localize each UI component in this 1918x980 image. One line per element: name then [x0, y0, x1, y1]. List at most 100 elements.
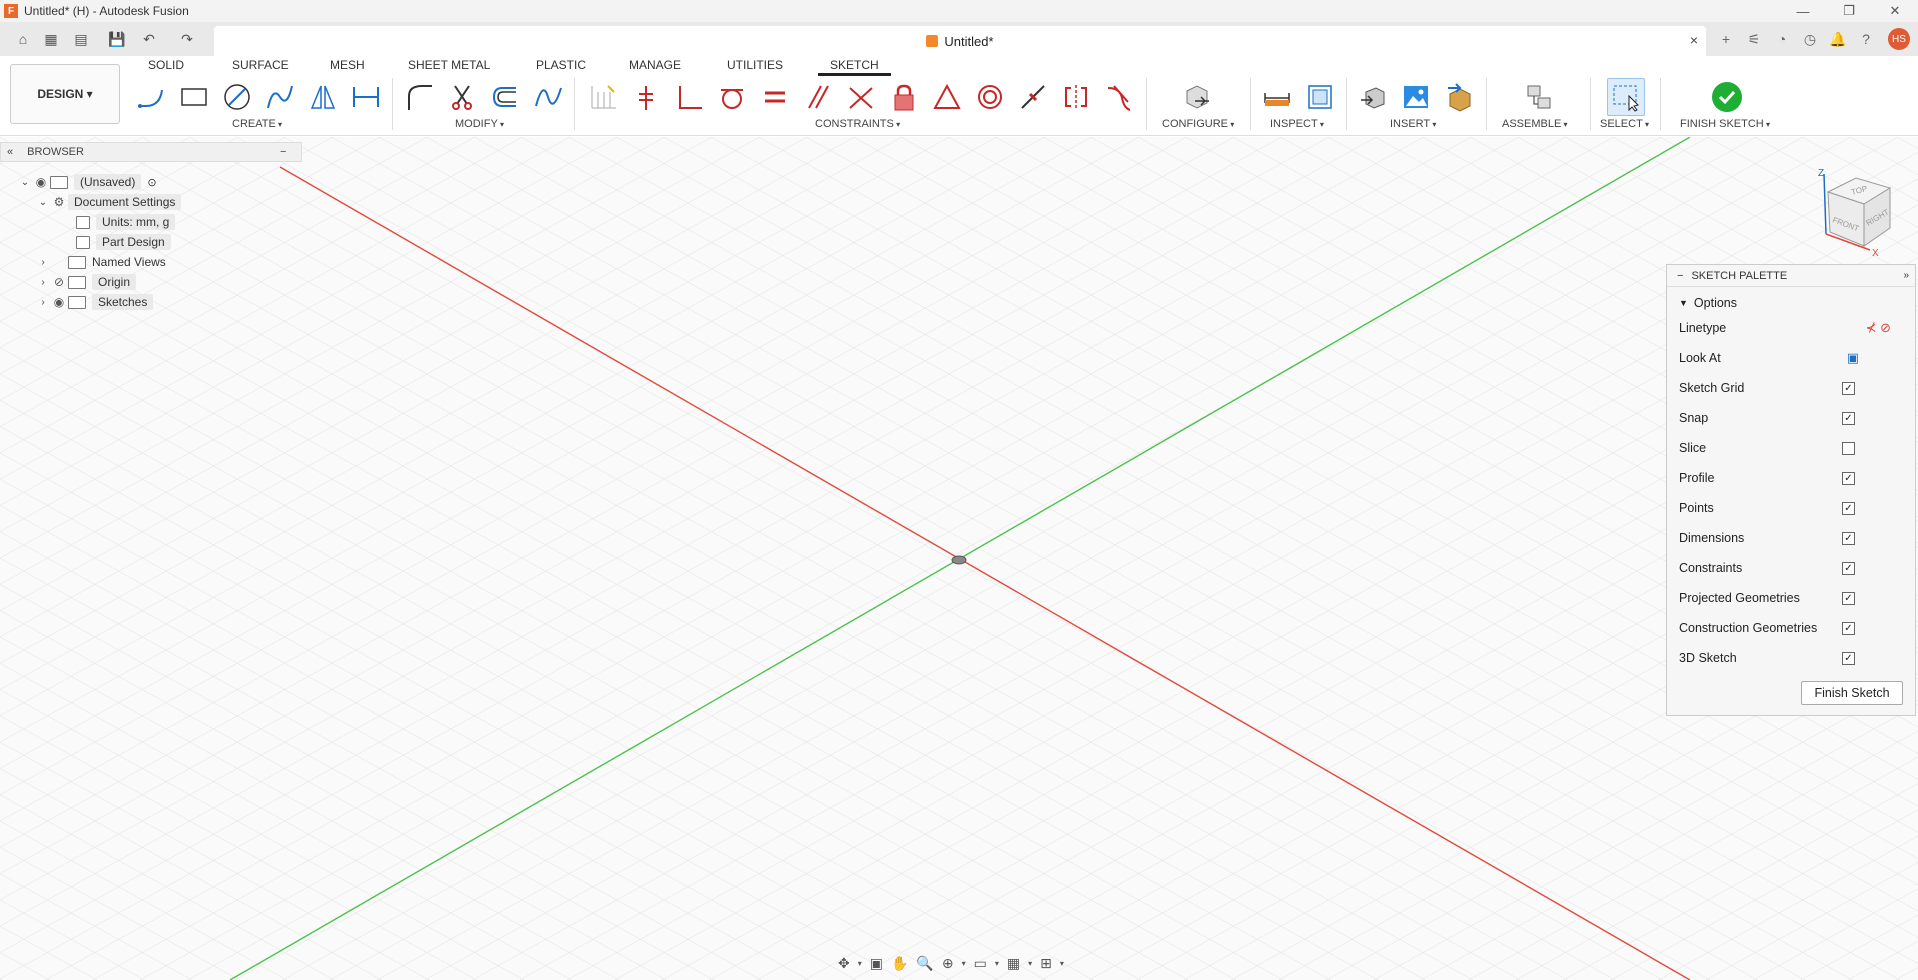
minimize-browser-icon[interactable]: −	[280, 146, 286, 158]
online-status-icon[interactable]: ◔	[1771, 28, 1793, 50]
palette-checkbox[interactable]: ✓	[1842, 411, 1855, 425]
line-tool-icon[interactable]	[134, 80, 168, 114]
symmetry-constraint-icon[interactable]	[1059, 80, 1093, 114]
tree-sketches[interactable]: › ◉ Sketches	[36, 292, 154, 312]
constraints-menu[interactable]: CONSTRAINTS	[815, 118, 900, 130]
tree-doc-settings[interactable]: ⌄ ⚙ Document Settings	[36, 192, 182, 212]
data-panel-grid-icon[interactable]: ▦	[40, 28, 62, 50]
fit-icon[interactable]: ⊕	[942, 955, 954, 972]
palette-row[interactable]: 3D Sketch ✓	[1667, 643, 1915, 673]
coincident-constraint-icon[interactable]	[844, 80, 878, 114]
tree-units[interactable]: Units: mm, g	[76, 212, 176, 232]
save-icon[interactable]: 💾	[106, 28, 128, 50]
chevron-right-icon[interactable]: ›	[36, 257, 50, 268]
spline-tool-icon[interactable]	[531, 80, 565, 114]
extensions-icon[interactable]: ⚟	[1743, 28, 1765, 50]
tab-utilities[interactable]: UTILITIES	[727, 58, 783, 72]
palette-checkbox[interactable]: ✓	[1842, 471, 1855, 485]
modify-menu[interactable]: MODIFY	[455, 118, 504, 130]
help-icon[interactable]: ?	[1855, 28, 1877, 50]
tab-mesh[interactable]: MESH	[330, 58, 365, 72]
offset-tool-icon[interactable]	[488, 80, 522, 114]
assemble-icon[interactable]	[1522, 80, 1556, 114]
circle-tool-icon[interactable]	[220, 80, 254, 114]
pan-hand-icon[interactable]: ✋	[891, 955, 908, 972]
undo-icon[interactable]: ↶	[138, 28, 160, 50]
midpoint-constraint-icon[interactable]	[1016, 80, 1050, 114]
select-window-icon[interactable]	[1607, 78, 1645, 116]
select-menu[interactable]: SELECT	[1600, 118, 1649, 130]
mirror-tool-icon[interactable]	[306, 80, 340, 114]
finish-sketch-check-icon[interactable]	[1710, 80, 1744, 114]
tab-sketch[interactable]: SKETCH	[818, 58, 891, 76]
assemble-menu[interactable]: ASSEMBLE	[1502, 118, 1568, 130]
palette-expand-icon[interactable]: »	[1903, 270, 1909, 281]
viewports-icon[interactable]: ⊞	[1040, 955, 1052, 972]
chevron-right-icon[interactable]: ›	[36, 297, 50, 308]
palette-row[interactable]: Slice	[1667, 433, 1915, 463]
notifications-bell-icon[interactable]: 🔔	[1827, 28, 1849, 50]
palette-row[interactable]: Linetype ⊀ ⊘	[1667, 313, 1915, 343]
rectangle-tool-icon[interactable]	[177, 80, 211, 114]
arc-tool-icon[interactable]	[263, 80, 297, 114]
section-analysis-icon[interactable]	[1303, 80, 1337, 114]
palette-collapse-icon[interactable]: −	[1677, 270, 1683, 282]
new-tab-icon[interactable]: +	[1715, 28, 1737, 50]
visibility-eye-icon[interactable]: ◉	[50, 295, 68, 309]
palette-checkbox[interactable]: ✓	[1842, 531, 1855, 545]
palette-row[interactable]: Points ✓	[1667, 493, 1915, 523]
user-avatar[interactable]: HS	[1888, 28, 1910, 50]
triangle-constraint-icon[interactable]	[930, 80, 964, 114]
perpendicular-constraint-icon[interactable]	[672, 80, 706, 114]
file-menu-icon[interactable]: ▤	[70, 28, 92, 50]
activate-radio-icon[interactable]: ⊙	[147, 176, 156, 189]
parallel-constraint-icon[interactable]	[801, 80, 835, 114]
origin-point-icon[interactable]	[951, 555, 967, 565]
palette-checkbox[interactable]: ✓	[1842, 621, 1855, 635]
tree-origin[interactable]: › ⊘ Origin	[36, 272, 137, 292]
palette-row[interactable]: Dimensions ✓	[1667, 523, 1915, 553]
orbit-icon[interactable]: ✥	[838, 955, 850, 972]
tree-root[interactable]: ⌄ ◉ (Unsaved) ⊙	[18, 172, 157, 192]
insert-mcmaster-icon[interactable]	[1442, 80, 1476, 114]
close-tab-button[interactable]: ×	[1690, 32, 1698, 48]
hidden-eye-icon[interactable]: ⊘	[50, 275, 68, 289]
configure-icon[interactable]	[1180, 80, 1214, 114]
configure-menu[interactable]: CONFIGURE	[1162, 118, 1234, 130]
palette-checkbox[interactable]: ✓	[1842, 501, 1855, 515]
palette-row[interactable]: Snap ✓	[1667, 403, 1915, 433]
fix-lock-icon[interactable]	[887, 80, 921, 114]
horizontal-vertical-constraint-icon[interactable]	[629, 80, 663, 114]
finish-sketch-menu[interactable]: FINISH SKETCH	[1680, 118, 1770, 130]
look-at-icon[interactable]: ▣	[870, 955, 883, 972]
palette-row[interactable]: Look At ▣	[1667, 343, 1915, 373]
sketch-grid-constraint-icon[interactable]	[586, 80, 620, 114]
workspace-switcher-button[interactable]: DESIGN ▾	[10, 64, 120, 124]
insert-canvas-image-icon[interactable]	[1399, 80, 1433, 114]
palette-checkbox[interactable]: ✓	[1842, 591, 1855, 605]
sketch-dimension-tool-icon[interactable]	[349, 80, 383, 114]
look-at-icon[interactable]: ▣	[1847, 350, 1859, 366]
palette-row[interactable]: Constraints ✓	[1667, 553, 1915, 583]
grid-settings-icon[interactable]: ▦	[1007, 955, 1020, 972]
tab-surface[interactable]: SURFACE	[232, 58, 289, 72]
measure-icon[interactable]	[1260, 80, 1294, 114]
palette-checkbox[interactable]: ✓	[1842, 651, 1855, 665]
home-icon[interactable]: ⌂	[12, 28, 34, 50]
tab-manage[interactable]: MANAGE	[629, 58, 681, 72]
trim-scissors-icon[interactable]	[445, 80, 479, 114]
fillet-tool-icon[interactable]	[402, 80, 436, 114]
display-settings-icon[interactable]: ▭	[974, 955, 987, 972]
tab-solid[interactable]: SOLID	[148, 58, 184, 72]
chevron-down-icon[interactable]: ⌄	[18, 177, 32, 188]
palette-row[interactable]: Profile ✓	[1667, 463, 1915, 493]
restore-button[interactable]: ❐	[1826, 0, 1872, 22]
palette-checkbox[interactable]: ✓	[1842, 381, 1855, 395]
curvature-constraint-icon[interactable]	[1102, 80, 1136, 114]
viewcube[interactable]: TOP FRONT RIGHT Z X	[1808, 162, 1908, 262]
close-window-button[interactable]: ✕	[1872, 0, 1918, 22]
job-status-icon[interactable]: ◷	[1799, 28, 1821, 50]
equal-constraint-icon[interactable]	[758, 80, 792, 114]
tree-named-views[interactable]: › Named Views	[36, 252, 165, 272]
finish-sketch-button[interactable]: Finish Sketch	[1801, 681, 1903, 705]
